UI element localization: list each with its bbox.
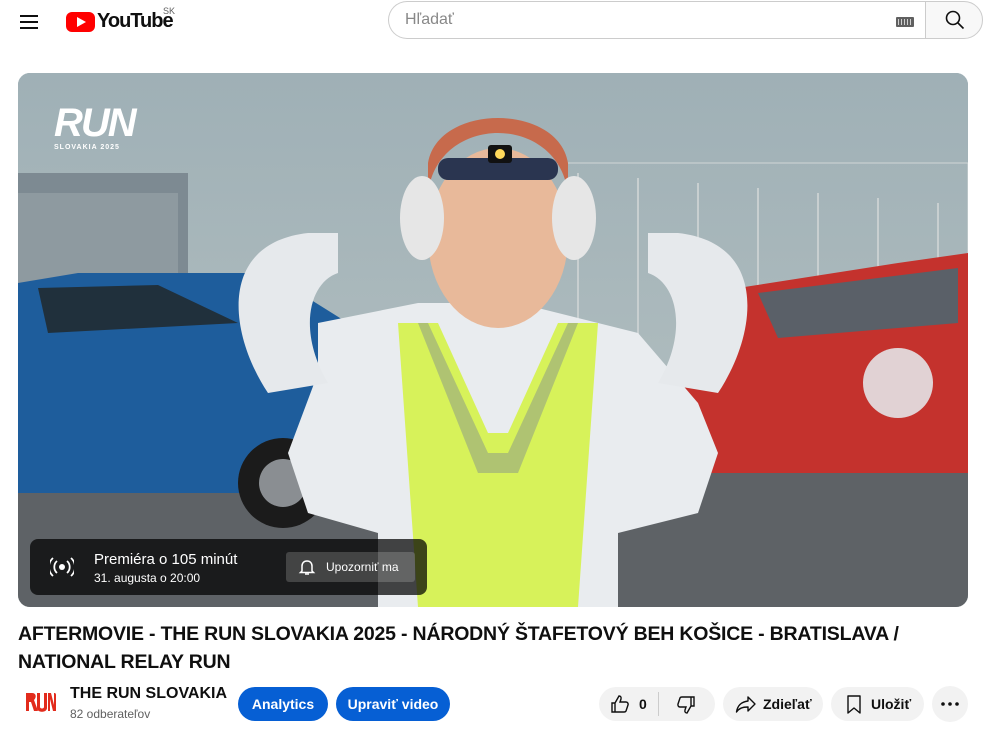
menu-icon[interactable] [18,12,40,30]
search-box [388,1,926,39]
video-frame [18,73,968,607]
analytics-button[interactable]: Analytics [238,687,328,721]
dislike-icon [677,696,695,714]
youtube-logo[interactable]: YouTube [66,10,174,33]
watermark-sub: SLOVAKIA 2025 [54,144,120,151]
channel-avatar[interactable] [18,683,58,723]
premiere-title: Premiéra o 105 minút [94,551,238,568]
save-icon [847,695,861,714]
video-player[interactable]: RUN SLOVAKIA 2025 Premiéra o 105 minút 3… [18,73,968,607]
notify-button[interactable]: Upozorniť ma [286,552,415,582]
live-broadcast-icon [50,557,74,577]
like-button[interactable]: 0 [599,687,658,721]
edit-video-button[interactable]: Upraviť video [336,687,450,721]
bell-icon [298,560,316,575]
like-icon [611,695,629,713]
search-icon [945,10,965,30]
save-button[interactable]: Uložiť [831,687,924,721]
watermark-main: RUN [54,101,137,145]
save-label: Uložiť [871,696,912,712]
share-label: Zdieľať [763,696,812,712]
youtube-logo-icon [66,11,95,32]
search-input[interactable] [405,11,865,29]
like-dislike-group: 0 [599,687,715,721]
channel-watermark: RUN SLOVAKIA 2025 [54,101,137,151]
keyboard-icon[interactable] [896,17,914,27]
premiere-banner: Premiéra o 105 minút 31. augusta o 20:00… [30,539,427,595]
share-button[interactable]: Zdieľať [723,687,823,721]
notify-label: Upozorniť ma [326,560,399,574]
more-actions-button[interactable] [932,686,968,722]
country-code: SK [163,6,176,16]
channel-name[interactable]: THE RUN SLOVAKIA [70,685,227,703]
search-button[interactable] [925,1,983,39]
share-icon [735,696,756,713]
logo-text: YouTube [97,10,174,32]
more-icon [941,702,959,706]
like-count: 0 [639,696,647,712]
top-bar: YouTube SK [0,0,983,44]
channel-logo-icon [18,683,58,723]
subscriber-count: 82 odberateľov [70,707,151,721]
dislike-button[interactable] [659,687,715,721]
premiere-date: 31. augusta o 20:00 [94,571,201,585]
video-title: AFTERMOVIE - THE RUN SLOVAKIA 2025 - NÁR… [18,623,899,673]
